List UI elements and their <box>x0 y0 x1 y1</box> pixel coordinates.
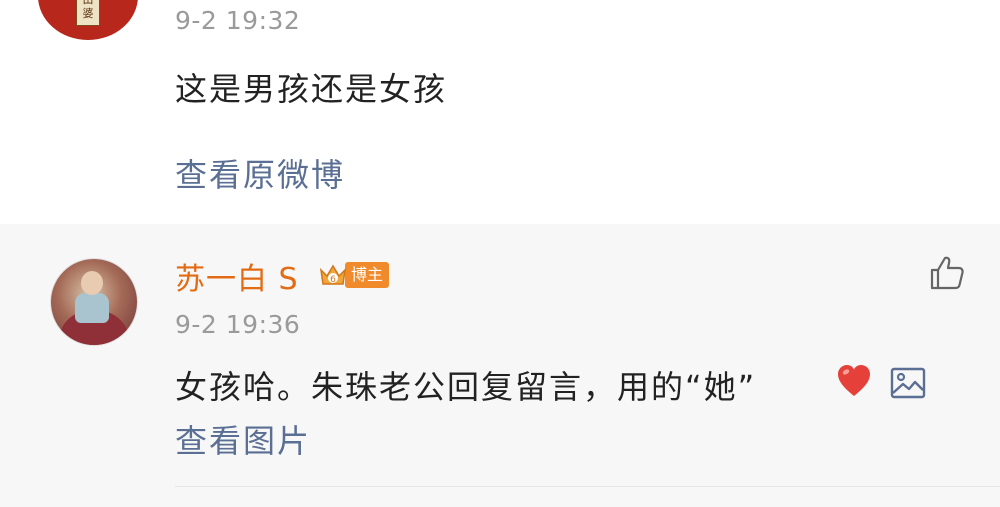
seal-icon: 由婆 <box>76 0 100 26</box>
view-image-link[interactable]: 查看图片 <box>175 416 311 462</box>
badge-level: 6 <box>330 275 336 285</box>
avatar-baby-body <box>75 293 109 323</box>
blogger-badge: 6 博主 <box>318 260 390 290</box>
crown-icon: 6 <box>318 260 348 290</box>
comment-text: 这是男孩还是女孩 <box>175 70 448 108</box>
avatar[interactable] <box>50 258 138 346</box>
heart-emoji-icon <box>835 362 873 400</box>
thumbs-up-icon[interactable] <box>928 254 966 292</box>
reply-comment-card: 苏一白 S 6 博主 9-2 19:36 女孩哈。朱珠老公回复留言，用的“她” <box>0 224 1000 507</box>
top-comment-card: 由婆 9-2 19:32 这是男孩还是女孩 查看原微博 <box>0 0 1000 224</box>
view-original-weibo-link[interactable]: 查看原微博 <box>175 150 345 196</box>
comment-timestamp: 9-2 19:32 <box>175 6 301 35</box>
reply-timestamp: 9-2 19:36 <box>175 310 301 339</box>
blogger-tag: 博主 <box>345 262 390 288</box>
avatar-baby-head <box>81 271 103 295</box>
reply-text: 女孩哈。朱珠老公回复留言，用的“她” <box>175 368 757 406</box>
username[interactable]: 苏一白 S <box>175 254 299 298</box>
divider <box>175 486 1000 487</box>
image-icon[interactable] <box>890 366 926 400</box>
avatar[interactable]: 由婆 <box>38 0 138 40</box>
